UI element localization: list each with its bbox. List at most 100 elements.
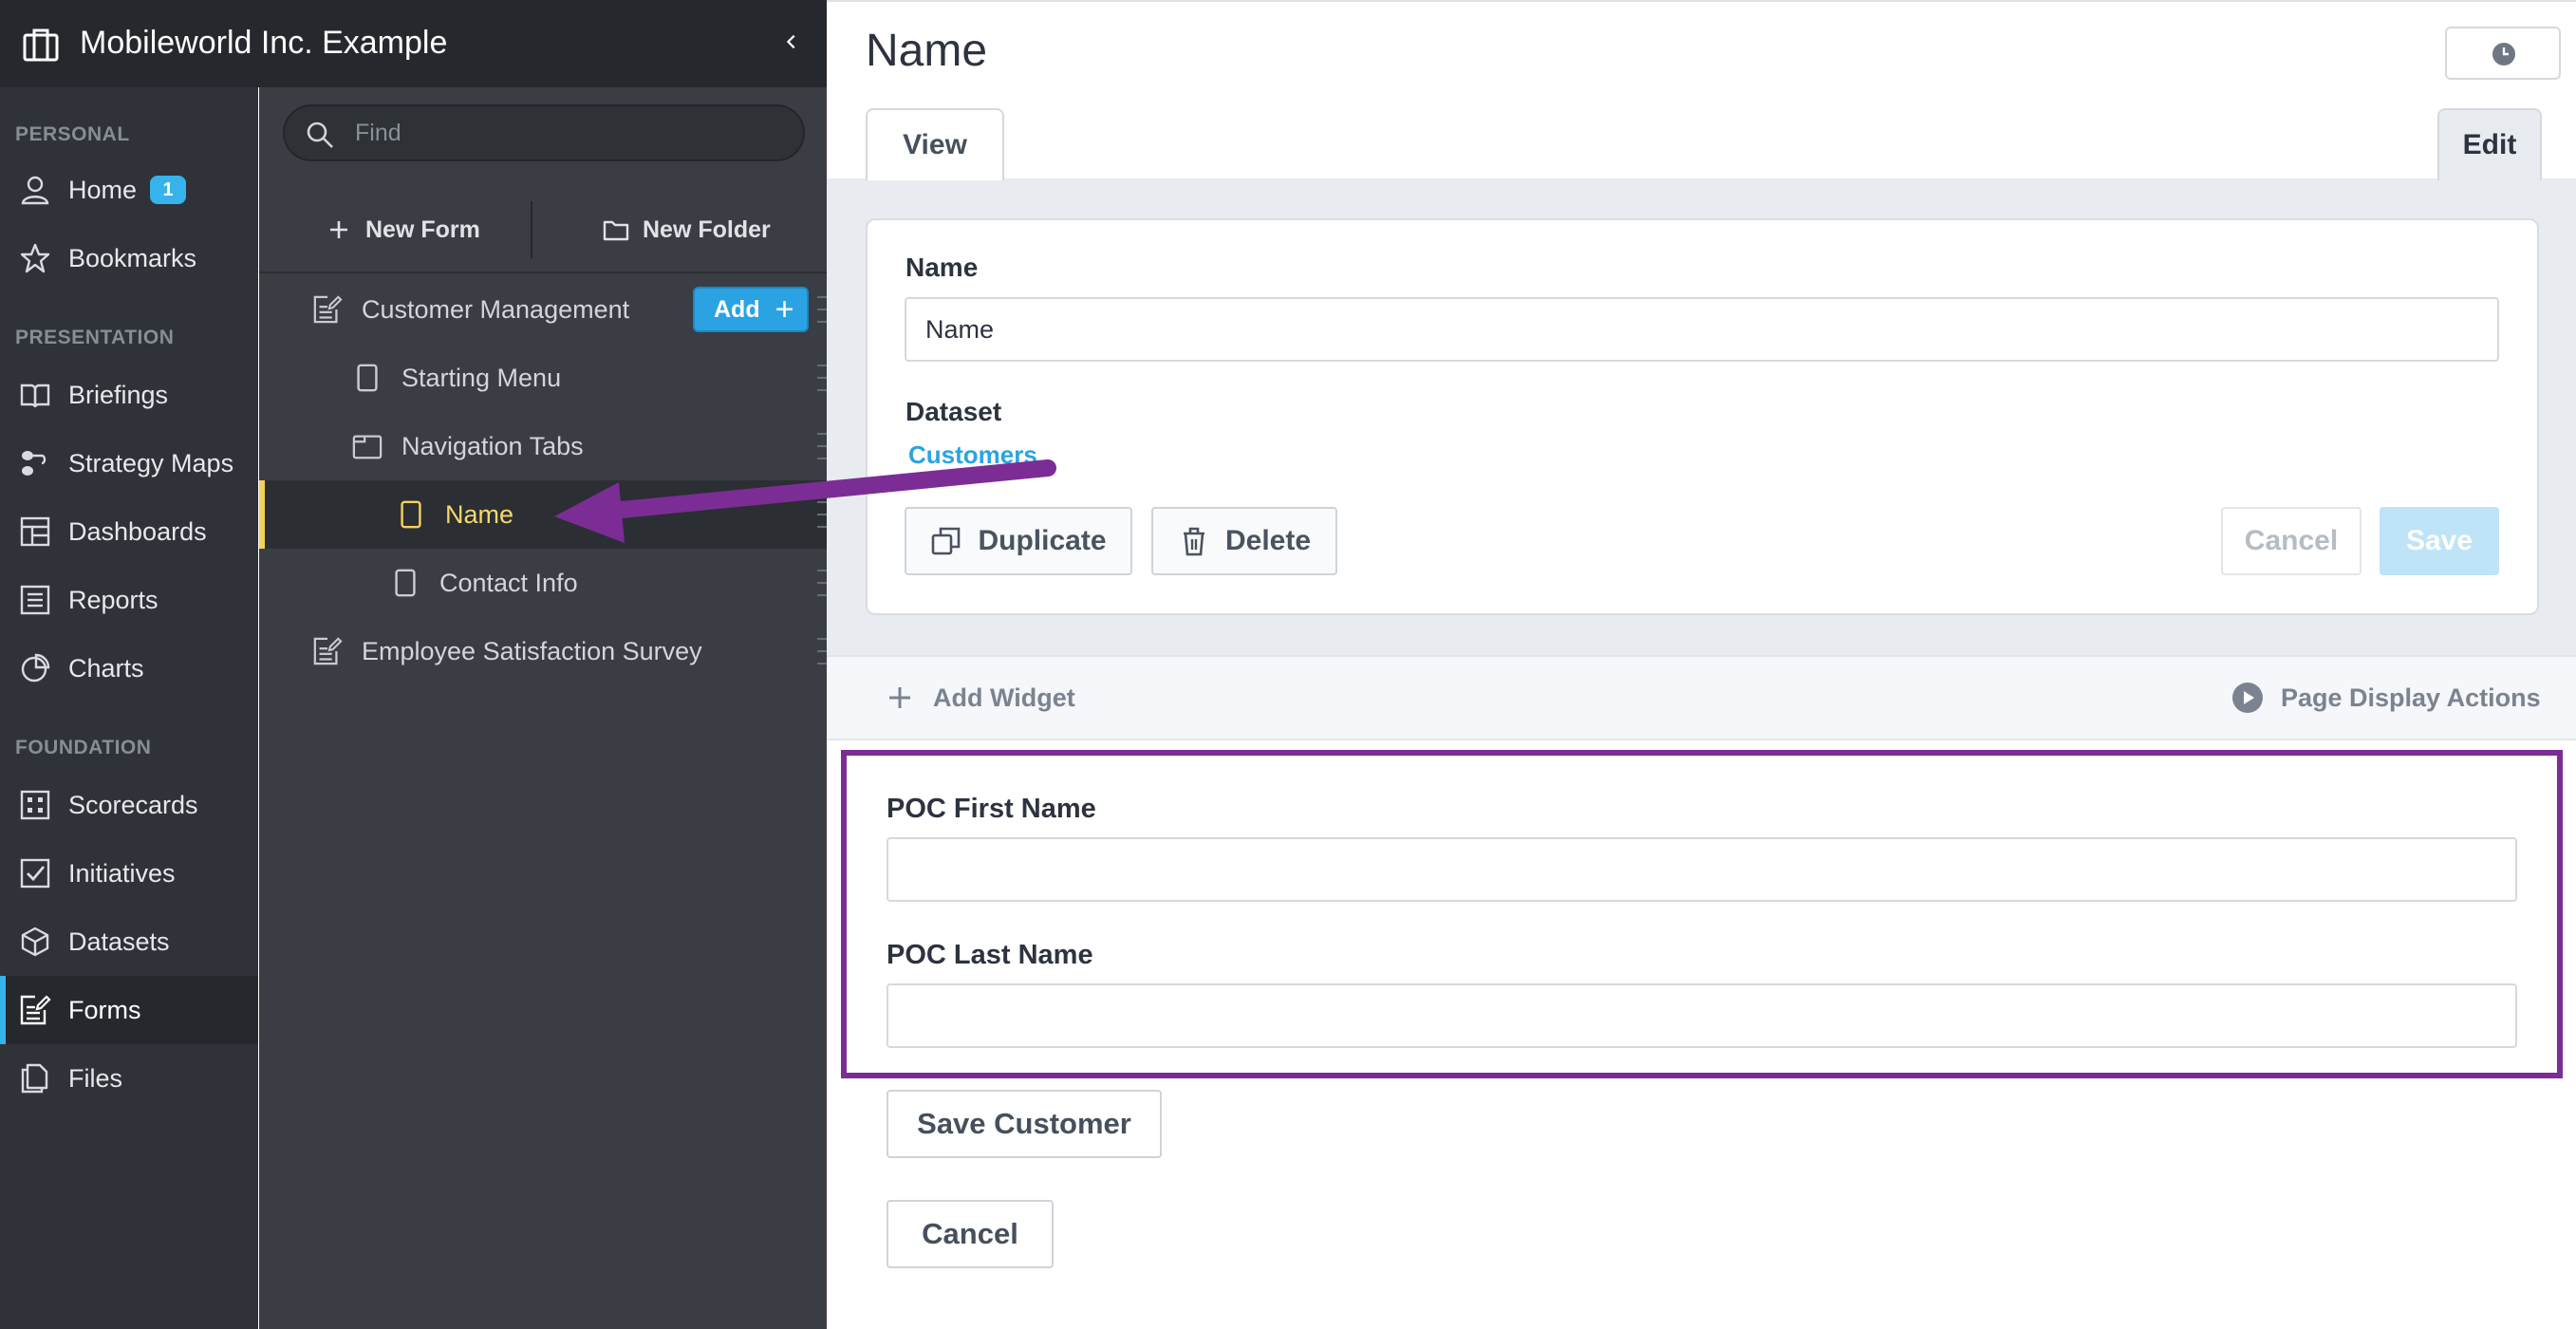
- dashboard-icon: [20, 516, 50, 547]
- sidebar-item-charts[interactable]: Charts: [0, 634, 258, 702]
- poc-last-name-label: POC Last Name: [887, 940, 1093, 970]
- search-field[interactable]: [283, 104, 805, 161]
- form-cancel-button[interactable]: Cancel: [887, 1200, 1054, 1268]
- sidebar-item-bookmarks[interactable]: Bookmarks: [0, 224, 258, 292]
- star-icon: [20, 243, 50, 273]
- new-form-label: New Form: [365, 215, 480, 243]
- sidebar-item-label: Initiatives: [68, 858, 176, 888]
- tab-edit[interactable]: Edit: [2437, 108, 2542, 180]
- sidebar-item-dashboards[interactable]: Dashboards: [0, 497, 258, 566]
- drag-handle-icon[interactable]: [817, 570, 827, 596]
- plus-icon: [330, 221, 347, 238]
- page-icon: [395, 569, 416, 597]
- trash-icon: [1183, 527, 1204, 556]
- drag-handle-icon[interactable]: [817, 365, 827, 391]
- search-icon: [307, 122, 333, 148]
- section-foundation: FOUNDATION: [15, 737, 152, 758]
- add-button-label: Add: [714, 295, 760, 323]
- sidebar-item-scorecards[interactable]: Scorecards: [0, 771, 258, 839]
- history-button[interactable]: [2445, 27, 2561, 80]
- tree-item-label: Customer Management: [362, 294, 630, 324]
- tree-item-label: Contact Info: [439, 568, 578, 597]
- sidebar-item-reports[interactable]: Reports: [0, 566, 258, 634]
- cancel-button[interactable]: Cancel: [2221, 507, 2361, 575]
- name-label: Name: [905, 253, 979, 282]
- app-header: Mobileworld Inc. Example: [0, 0, 827, 87]
- sidebar-item-home[interactable]: Home 1: [0, 156, 258, 224]
- save-customer-button[interactable]: Save Customer: [887, 1090, 1162, 1158]
- strategy-map-icon: [22, 451, 47, 476]
- sidebar-item-label: Scorecards: [68, 790, 198, 819]
- folder-icon: [603, 220, 629, 241]
- tree-item-starting-menu[interactable]: Starting Menu: [259, 344, 827, 412]
- drag-handle-icon[interactable]: [817, 638, 827, 664]
- tab-view[interactable]: View: [866, 108, 1004, 180]
- pie-chart-icon: [21, 653, 50, 683]
- delete-button[interactable]: Delete: [1151, 507, 1337, 575]
- tree-item-label: Starting Menu: [401, 363, 562, 392]
- add-widget-button[interactable]: Add Widget: [884, 657, 1075, 739]
- page-display-actions-label: Page Display Actions: [2281, 683, 2541, 712]
- tree-item-contact-info[interactable]: Contact Info: [259, 549, 827, 617]
- sidebar-item-strategy-maps[interactable]: Strategy Maps: [0, 429, 258, 497]
- sidebar-item-label: Bookmarks: [68, 243, 197, 272]
- collapse-sidebar-button[interactable]: [776, 23, 807, 61]
- sidebar-item-datasets[interactable]: Datasets: [0, 908, 258, 976]
- sidebar-item-label: Home: [68, 175, 138, 204]
- page-icon: [357, 364, 378, 392]
- new-form-button[interactable]: New Form: [326, 186, 480, 273]
- tabs-icon: [352, 435, 383, 459]
- new-folder-button[interactable]: New Folder: [603, 186, 771, 273]
- name-input[interactable]: [905, 297, 2499, 362]
- sidebar-item-briefings[interactable]: Briefings: [0, 361, 258, 429]
- forms-panel: [259, 87, 827, 1329]
- poc-first-name-input[interactable]: [887, 837, 2517, 902]
- add-button[interactable]: Add +: [693, 287, 809, 332]
- drag-handle-icon[interactable]: [817, 296, 827, 323]
- files-icon: [21, 1063, 48, 1094]
- sidebar-item-label: Datasets: [68, 927, 170, 956]
- notification-badge: 1: [150, 176, 187, 204]
- user-icon: [21, 176, 49, 205]
- sidebar-item-label: Dashboards: [68, 516, 207, 546]
- clock-icon: [2492, 43, 2515, 66]
- poc-first-name-label: POC First Name: [887, 794, 1096, 824]
- tree-item-label: Employee Satisfaction Survey: [362, 636, 702, 665]
- tree-item-employee-satisfaction-survey[interactable]: Employee Satisfaction Survey: [259, 617, 827, 685]
- page-icon: [401, 500, 421, 529]
- widget-toolbar: Add Widget Page Display Actions: [827, 655, 2576, 740]
- book-icon: [20, 384, 50, 408]
- poc-last-name-input[interactable]: [887, 983, 2517, 1048]
- delete-label: Delete: [1224, 525, 1312, 556]
- sidebar-item-initiatives[interactable]: Initiatives: [0, 839, 258, 908]
- checkbox-icon: [20, 858, 50, 889]
- plus-icon: +: [775, 291, 794, 328]
- search-input[interactable]: [355, 114, 773, 152]
- sidebar-item-label: Briefings: [68, 380, 169, 409]
- sidebar-item-label: Reports: [68, 585, 159, 614]
- tree-item-label: Name: [445, 499, 514, 529]
- chevron-left-icon: [786, 34, 795, 49]
- sidebar-item-forms[interactable]: Forms: [0, 976, 258, 1044]
- form-icon: [313, 295, 343, 324]
- panel-toolbar: New Form New Folder: [259, 186, 827, 273]
- form-icon: [313, 637, 343, 665]
- new-folder-label: New Folder: [643, 215, 771, 243]
- add-widget-label: Add Widget: [933, 683, 1075, 712]
- sidebar-item-label: Charts: [68, 653, 144, 683]
- sidebar-item-label: Forms: [68, 995, 141, 1024]
- play-circle-icon: [2232, 683, 2263, 713]
- sidebar-item-files[interactable]: Files: [0, 1044, 258, 1113]
- toolbar-divider: [531, 201, 532, 258]
- report-icon: [20, 585, 50, 615]
- sidebar-item-label: Files: [68, 1063, 123, 1093]
- scorecard-icon: [20, 790, 50, 820]
- save-button[interactable]: Save: [2380, 507, 2499, 575]
- annotation-arrow: [554, 459, 1056, 543]
- page-title: Name: [866, 26, 988, 76]
- dataset-label: Dataset: [905, 397, 1002, 426]
- app-title: Mobileworld Inc. Example: [80, 25, 448, 61]
- section-presentation: PRESENTATION: [15, 327, 175, 348]
- briefcase-icon: [23, 28, 59, 62]
- page-display-actions-button[interactable]: Page Display Actions: [2231, 657, 2541, 739]
